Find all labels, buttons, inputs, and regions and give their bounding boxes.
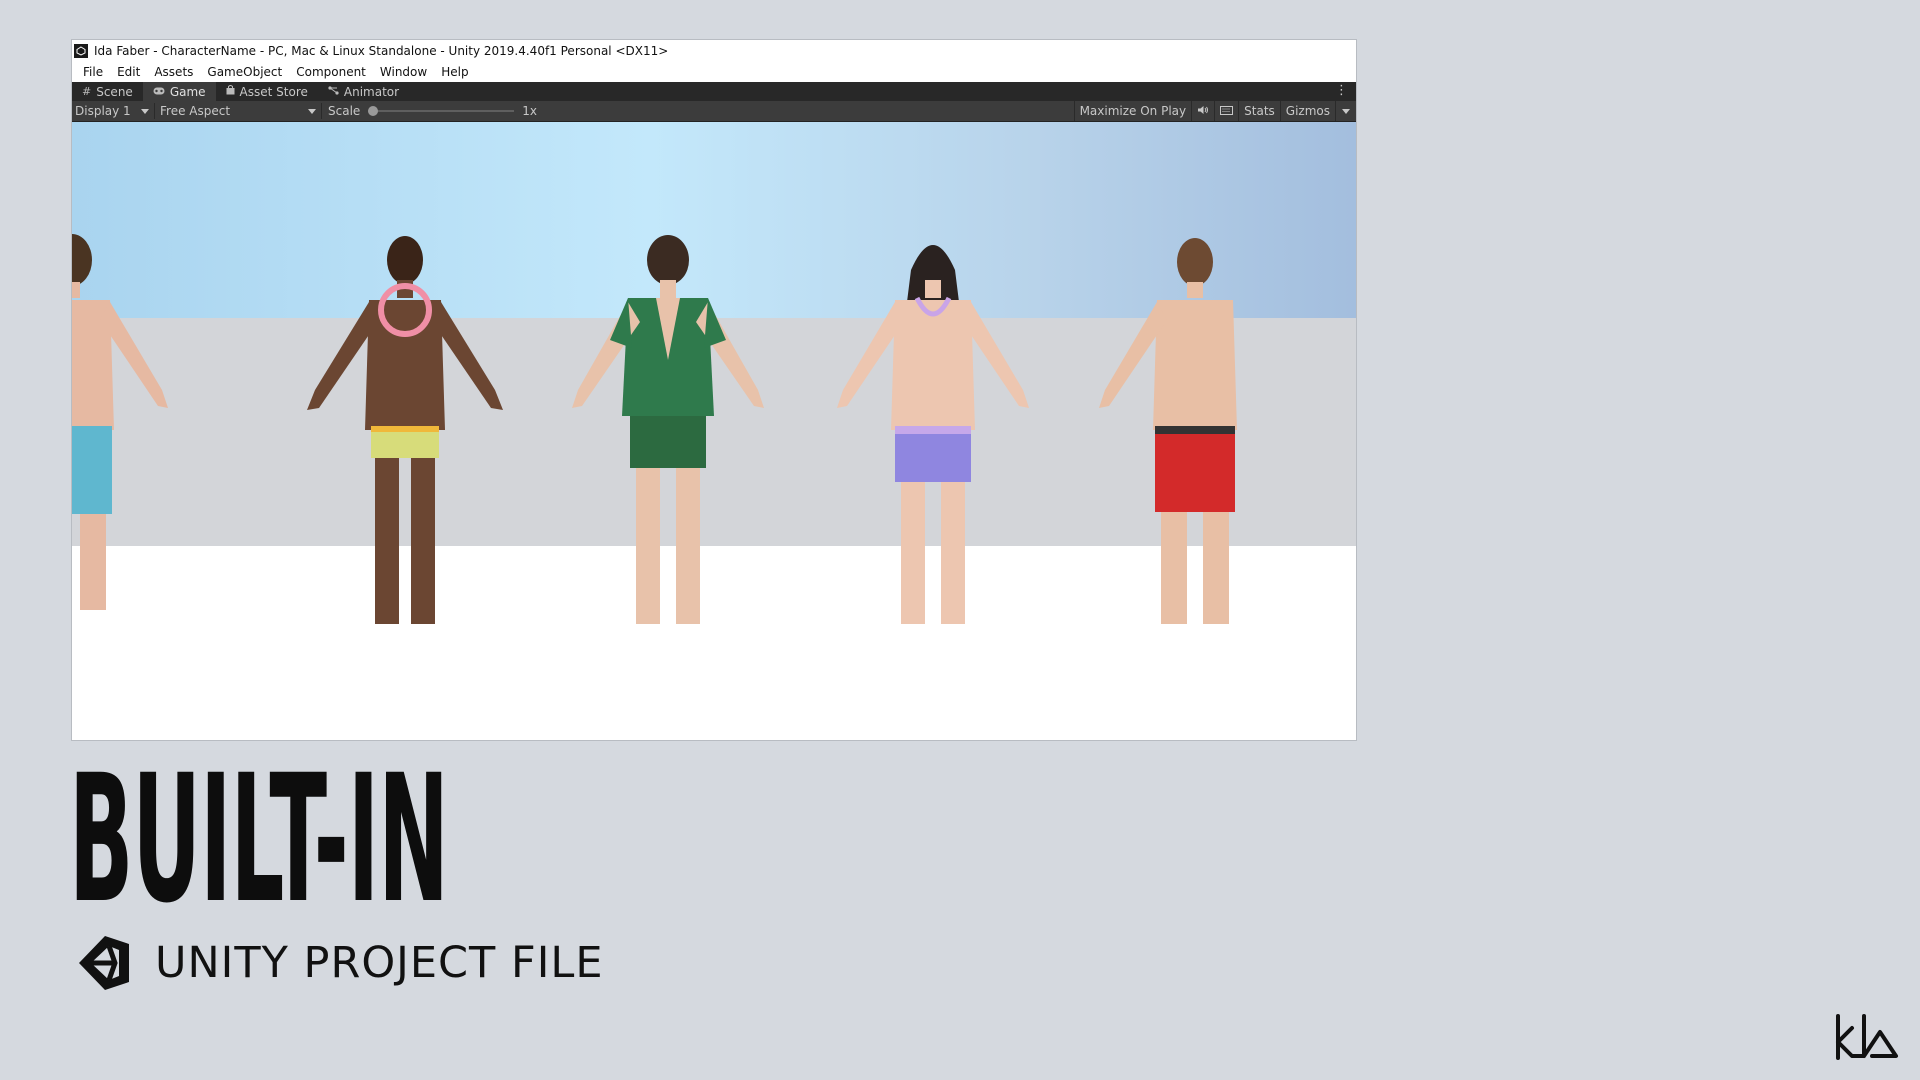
gizmos-label: Gizmos [1285,104,1330,118]
divider [154,103,155,119]
mute-audio-toggle[interactable] [1191,101,1214,121]
menu-file[interactable]: File [76,65,110,79]
stats-label: Stats [1244,104,1275,118]
maximize-on-play-toggle[interactable]: Maximize On Play [1073,101,1192,121]
slider-handle[interactable] [368,106,379,116]
animator-icon [328,85,339,98]
ida-brand-logo [1836,1014,1898,1060]
tab-game[interactable]: Game [142,82,216,101]
subtitle-row: UNITY PROJECT FILE [71,932,604,994]
unity-logo-icon [79,936,129,990]
bag-icon [226,85,235,98]
scale-control: Scale 1x [324,101,540,121]
menu-assets[interactable]: Assets [147,65,200,79]
window-title: Ida Faber - CharacterName - PC, Mac & Li… [94,44,669,58]
speaker-icon [1197,104,1209,118]
tab-scene-label: Scene [96,84,133,99]
tab-animator-label: Animator [343,84,400,99]
tab-asset-store[interactable]: Asset Store [216,82,318,101]
gamepad-icon [153,85,165,98]
menu-component[interactable]: Component [289,65,373,79]
scale-value: 1x [522,104,538,118]
scale-slider[interactable] [368,104,515,118]
display-value: Display 1 [75,104,131,118]
character-model-5 [1075,230,1315,630]
scale-label: Scale [328,104,361,118]
title-bar: Ida Faber - CharacterName - PC, Mac & Li… [72,40,1356,62]
shortcuts-toggle[interactable] [1214,101,1238,121]
tab-game-label: Game [169,84,206,99]
keyboard-icon [1220,104,1234,118]
tab-animator[interactable]: Animator [318,82,409,101]
unity-editor-window: Ida Faber - CharacterName - PC, Mac & Li… [71,39,1357,741]
menu-edit[interactable]: Edit [110,65,147,79]
unity-app-icon [74,44,88,58]
divider [321,103,322,119]
subtitle-text: UNITY PROJECT FILE [155,938,604,988]
character-model-3 [548,230,788,630]
chevron-down-icon [308,108,316,114]
tab-asset-store-label: Asset Store [239,84,308,99]
menu-help[interactable]: Help [434,65,475,79]
aspect-value: Free Aspect [160,104,231,118]
menu-bar: File Edit Assets GameObject Component Wi… [72,62,1356,82]
slider-track [368,110,515,112]
character-model-4 [813,230,1053,630]
gizmos-dropdown[interactable] [1335,101,1356,121]
game-viewport[interactable] [72,122,1356,740]
game-view-toolbar: Display 1 Free Aspect Scale 1x Maximize … [72,101,1356,122]
more-options-icon[interactable]: ⋮ [1335,83,1348,98]
maximize-label: Maximize On Play [1079,104,1187,118]
gizmos-toggle[interactable]: Gizmos [1279,101,1335,121]
menu-gameobject[interactable]: GameObject [200,65,289,79]
page-heading: BUILT-IN [69,737,449,942]
display-dropdown[interactable]: Display 1 [72,101,152,121]
stats-toggle[interactable]: Stats [1238,101,1280,121]
character-model-1 [72,230,192,630]
chevron-down-icon [141,108,149,114]
aspect-dropdown[interactable]: Free Aspect [157,101,319,121]
menu-window[interactable]: Window [373,65,434,79]
editor-tab-bar: # Scene Game Asset Store Animator ⋮ [72,82,1356,101]
chevron-down-icon [1342,108,1350,114]
tab-scene[interactable]: # Scene [72,82,143,101]
grid-icon: # [82,85,92,98]
character-model-2 [285,230,525,630]
toolbar-right: Maximize On Play Stats Gizmos [1073,101,1356,121]
